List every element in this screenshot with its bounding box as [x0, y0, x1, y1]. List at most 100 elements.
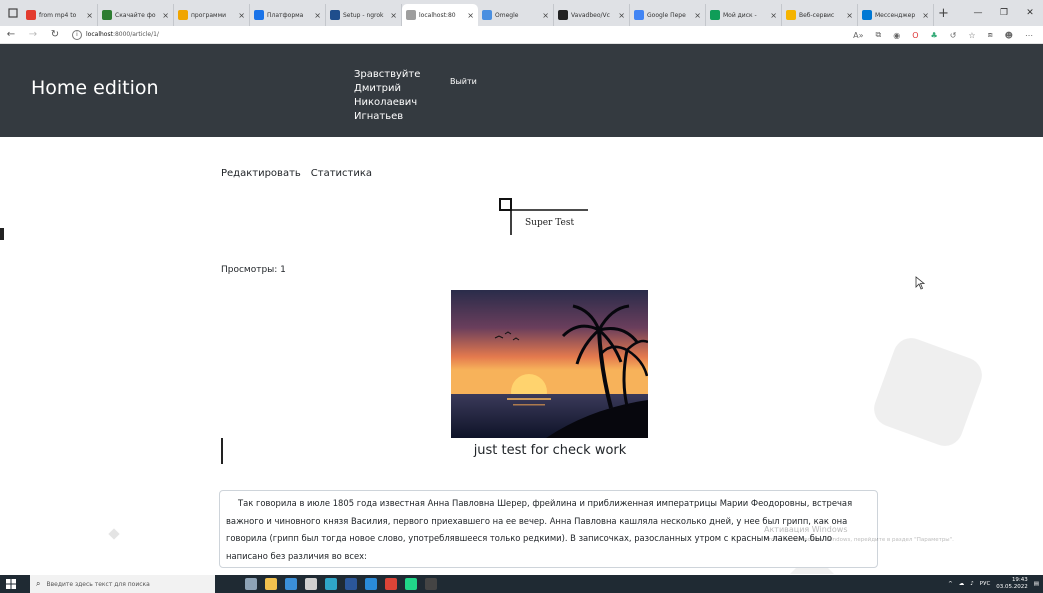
browser-tab[interactable]: Мессенджер ×: [858, 4, 934, 26]
tab-close-icon[interactable]: ×: [390, 11, 397, 20]
tab-title: Vavadbeo/Vc: [571, 11, 610, 19]
tab-list: from mp4 to × Скачайте фо × программи × Платфо…: [22, 0, 934, 26]
close-icon[interactable]: ✕: [1017, 0, 1043, 26]
browser-tab[interactable]: localhost:80 ×: [402, 4, 478, 26]
terminal-icon[interactable]: [425, 578, 437, 590]
calendar-icon[interactable]: [305, 578, 317, 590]
refresh-extension-icon[interactable]: ↺: [950, 31, 957, 40]
favorites-icon[interactable]: ☆: [968, 31, 975, 40]
notifications-icon[interactable]: ▤: [1034, 581, 1039, 587]
taskbar-apps: [245, 578, 437, 590]
file-explorer-icon[interactable]: [265, 578, 277, 590]
screen: from mp4 to × Скачайте фо × программи × Платфо…: [0, 0, 1043, 593]
browser-toolbar: A» ⧉ ◉ O ♣ ↺ ☆ ⧈ ☻ ⋯: [853, 26, 1033, 44]
opera-extension-icon[interactable]: O: [912, 31, 918, 40]
clock-date: 03.05.2022: [996, 584, 1028, 590]
watermark-title: Активация Windows: [764, 525, 848, 534]
maximize-icon[interactable]: ❐: [991, 0, 1017, 26]
tab-close-icon[interactable]: ×: [542, 11, 549, 20]
tab-title: from mp4 to: [39, 11, 77, 19]
tab-close-icon[interactable]: ×: [314, 11, 321, 20]
browser-tab[interactable]: Setup - ngrok ×: [326, 4, 402, 26]
browser-tab[interactable]: Веб-сервис ×: [782, 4, 858, 26]
tab-favicon-icon: [254, 10, 264, 20]
minimize-icon[interactable]: —: [965, 0, 991, 26]
browser-tabstrip: from mp4 to × Скачайте фо × программи × Платфо…: [0, 0, 1043, 26]
article-photo: [451, 290, 648, 438]
clock[interactable]: 19:43 03.05.2022: [996, 577, 1028, 591]
mouse-pointer-icon: [915, 276, 925, 290]
broken-image: Super Test: [498, 197, 598, 237]
extension-icon[interactable]: ◉: [893, 31, 900, 40]
browser-tab[interactable]: Мой диск - ×: [706, 4, 782, 26]
task-view-icon[interactable]: [245, 578, 257, 590]
tab-favicon-icon: [558, 10, 568, 20]
profile-avatar-icon[interactable]: ☻: [1005, 31, 1013, 40]
tab-title: Setup - ngrok: [343, 11, 384, 19]
network-icon[interactable]: ☁: [959, 581, 965, 587]
tab-favicon-icon: [482, 10, 492, 20]
statistics-link[interactable]: Статистика: [311, 168, 372, 179]
user-greeting: Зравствуйте Дмитрий Николаевич Игнатьев: [354, 69, 421, 122]
more-menu-icon[interactable]: ⋯: [1025, 31, 1033, 40]
window-menu-icon[interactable]: [4, 4, 22, 22]
start-button[interactable]: [0, 575, 22, 593]
pycharm-icon[interactable]: [405, 578, 417, 590]
system-tray: ^ ☁ ♪ РУС 19:43 03.05.2022 ▤: [948, 575, 1039, 593]
logout-link[interactable]: Выйти: [450, 77, 477, 86]
tab-title: Платформа: [267, 11, 304, 19]
chrome-icon[interactable]: [385, 578, 397, 590]
tab-favicon-icon: [102, 10, 112, 20]
vscode-icon[interactable]: [365, 578, 377, 590]
windows-taskbar: ⌕ Введите здесь текст для поиска ^ ☁ ♪ Р…: [0, 575, 1043, 593]
volume-icon[interactable]: ♪: [970, 581, 974, 587]
browser-tab[interactable]: Omegle ×: [478, 4, 554, 26]
tab-close-icon[interactable]: ×: [618, 11, 625, 20]
browser-tab[interactable]: Платформа ×: [250, 4, 326, 26]
edge-icon[interactable]: [325, 578, 337, 590]
browser-tab[interactable]: Скачайте фо ×: [98, 4, 174, 26]
tab-title: программи: [191, 11, 226, 19]
taskbar-search[interactable]: ⌕ Введите здесь текст для поиска: [30, 575, 215, 593]
keyboard-lang[interactable]: РУС: [980, 581, 991, 587]
collections-icon[interactable]: ⧈: [988, 30, 993, 40]
tab-title: Мой диск -: [723, 11, 757, 19]
browser-tab[interactable]: Vavadbeo/Vc ×: [554, 4, 630, 26]
tab-favicon-icon: [634, 10, 644, 20]
puzzle-extension-icon[interactable]: ♣: [931, 31, 938, 40]
reload-icon[interactable]: ↻: [44, 29, 66, 40]
tab-close-icon[interactable]: ×: [238, 11, 245, 20]
broken-image-icon: [499, 198, 588, 235]
tab-favicon-icon: [26, 10, 36, 20]
url-field[interactable]: localhost:8000/article/1/: [86, 31, 159, 38]
new-tab-button[interactable]: +: [938, 6, 949, 21]
tray-chevron-icon[interactable]: ^: [948, 581, 953, 587]
forward-icon[interactable]: →: [22, 29, 44, 40]
site-brand-link[interactable]: Home edition: [31, 77, 159, 99]
tab-close-icon[interactable]: ×: [162, 11, 169, 20]
site-header: Home edition Зравствуйте Дмитрий Николае…: [0, 44, 1043, 137]
tab-close-icon[interactable]: ×: [770, 11, 777, 20]
tab-close-icon[interactable]: ×: [86, 11, 93, 20]
tab-title: Google Пере: [647, 11, 686, 19]
url-host: localhost: [86, 31, 113, 38]
browser-tab[interactable]: Google Пере ×: [630, 4, 706, 26]
background-dot: [108, 528, 120, 540]
tab-close-icon[interactable]: ×: [467, 11, 474, 20]
site-info-icon[interactable]: i: [72, 29, 82, 40]
word-icon[interactable]: [345, 578, 357, 590]
taskbar-search-placeholder: Введите здесь текст для поиска: [46, 580, 150, 588]
tab-close-icon[interactable]: ×: [846, 11, 853, 20]
store-icon[interactable]: [285, 578, 297, 590]
article-title: just test for check work: [473, 443, 627, 458]
edit-link[interactable]: Редактировать: [221, 168, 301, 179]
image-alt-text: Super Test: [525, 218, 575, 228]
back-icon[interactable]: ←: [0, 29, 22, 40]
read-aloud-icon[interactable]: A»: [853, 31, 863, 40]
browser-tab[interactable]: from mp4 to ×: [22, 4, 98, 26]
tab-close-icon[interactable]: ×: [922, 11, 929, 20]
tab-close-icon[interactable]: ×: [694, 11, 701, 20]
views-counter: Просмотры: 1: [221, 265, 286, 275]
tab-action-icon[interactable]: ⧉: [876, 30, 882, 40]
browser-tab[interactable]: программи ×: [174, 4, 250, 26]
